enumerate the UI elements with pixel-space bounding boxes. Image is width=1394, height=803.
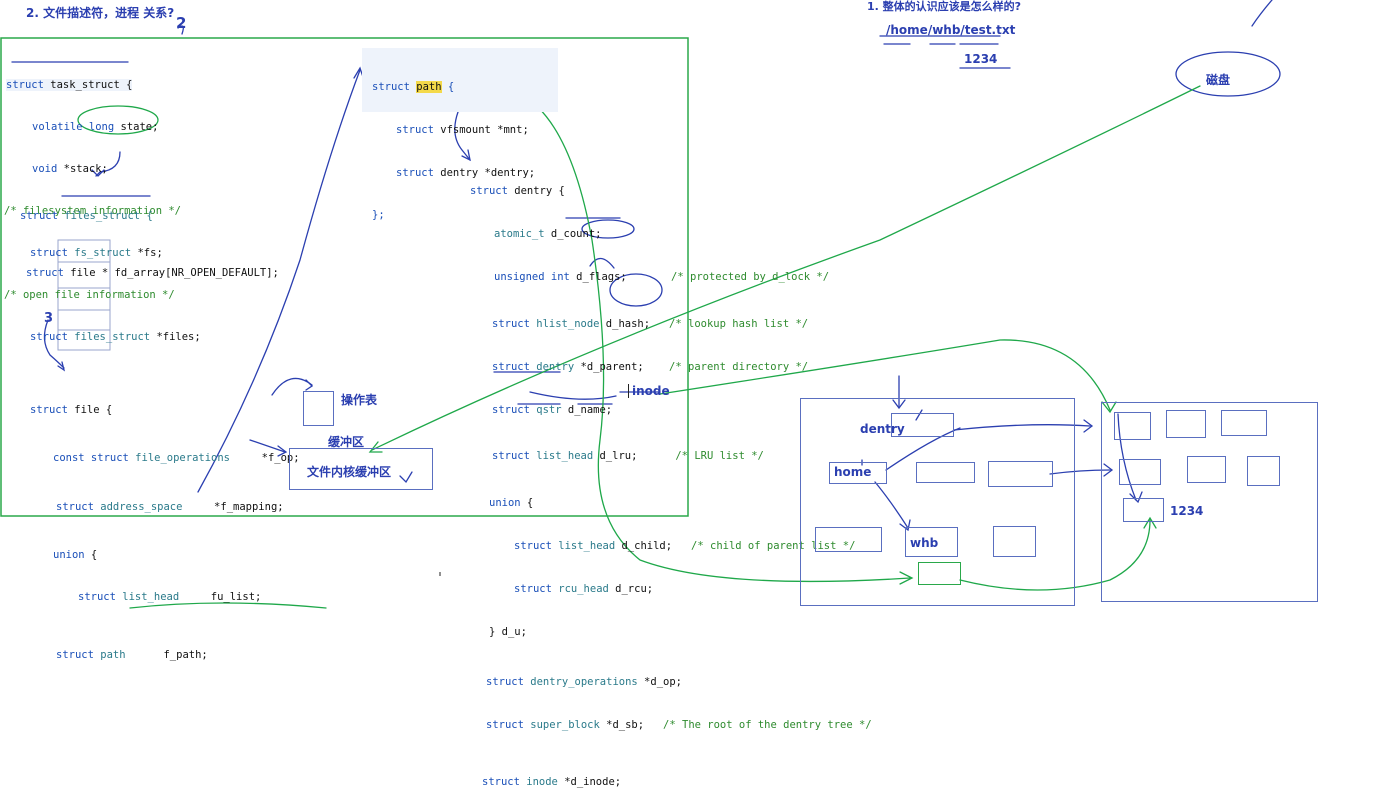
- data-block-box: [1123, 498, 1164, 522]
- inode-slot-6: [1247, 456, 1280, 486]
- inode-label: inode: [628, 384, 670, 398]
- question-1-heading: 1. 整体的认识应该是怎么样的?: [867, 0, 1022, 13]
- dentry-line-dflags: unsigned int d_flags; /* protected by d_…: [494, 271, 830, 283]
- task-struct-line-1: struct task_struct {: [6, 79, 133, 91]
- inode-slot-1: [1114, 412, 1151, 440]
- file-path-label: /home/whb/test.txt: [886, 23, 1016, 37]
- file-struct-block: struct file { const struct file_operatio…: [30, 375, 300, 676]
- file-struct-line-union: union {: [53, 549, 98, 561]
- dentry-slot-4: [815, 527, 882, 552]
- files-struct-line-2: struct file * fd_array[NR_OPEN_DEFAULT];: [26, 267, 279, 279]
- dentry-line-dsb: struct super_block *d_sb; /* The root of…: [486, 719, 872, 731]
- files-struct-block: struct files_struct { struct file * fd_a…: [20, 181, 279, 294]
- dentry-line-dparent: struct dentry *d_parent; /* parent direc…: [492, 361, 809, 373]
- dentry-line-dinode: struct inode *d_inode;: [482, 776, 622, 788]
- question-2-heading: 2. 文件描述符，进程 关系?: [26, 6, 175, 20]
- pen-top-right: [1251, 0, 1273, 27]
- inode-slot-5: [1187, 456, 1226, 483]
- dentry-line-dcount: atomic_t d_count;: [494, 228, 602, 240]
- dentry-slot-3: [988, 461, 1053, 487]
- whb-label: whb: [910, 536, 939, 550]
- file-struct-line-fpath: struct path f_path;: [56, 649, 208, 661]
- dentry-line-dop: struct dentry_operations *d_op;: [486, 676, 682, 688]
- file-struct-line-fu-list: struct list_head fu_list;: [78, 591, 262, 603]
- data-block-label: 1234: [1170, 504, 1204, 518]
- inode-slot-2: [1166, 410, 1206, 438]
- task-struct-line-3: void *stack;: [32, 163, 108, 175]
- file-struct-line-1: struct file {: [30, 404, 113, 416]
- dentry-box: [891, 413, 954, 437]
- dentry-line-1: struct dentry {: [470, 185, 565, 197]
- files-struct-line-1: struct files_struct {: [20, 210, 153, 222]
- file-struct-line-mapping: struct address_space *f_mapping;: [56, 501, 284, 513]
- dentry-line-dhash: struct hlist_node d_hash; /* lookup hash…: [492, 318, 809, 330]
- path-struct-line-mnt: struct vfsmount *mnt;: [396, 124, 529, 136]
- inode-slot-4: [1119, 459, 1161, 485]
- file-struct-line-fop: const struct file_operations *f_op;: [53, 452, 300, 464]
- kernel-buffer-label: 文件内核缓冲区: [307, 465, 392, 479]
- inode-slot-3: [1221, 410, 1267, 436]
- operation-table-box: [303, 391, 334, 426]
- dentry-line-union-close: } d_u;: [489, 626, 527, 638]
- dentry-slot-2: [916, 462, 975, 483]
- file-content-label: 1234: [964, 52, 998, 66]
- home-label: home: [834, 465, 872, 479]
- operation-table-label: 操作表: [341, 393, 378, 407]
- whb-inode-box: [918, 562, 961, 585]
- path-struct-line-1: struct path {: [372, 81, 455, 93]
- disk-label: 磁盘: [1206, 73, 1231, 87]
- task-struct-line-files: struct files_struct *files;: [30, 331, 201, 343]
- underline-path: [879, 35, 1001, 45]
- dentry-slot-5: [993, 526, 1036, 557]
- task-struct-line-2: volatile long state;: [32, 121, 159, 133]
- pen-number-2: 2: [176, 14, 187, 32]
- pen-number-3: 3: [44, 311, 54, 326]
